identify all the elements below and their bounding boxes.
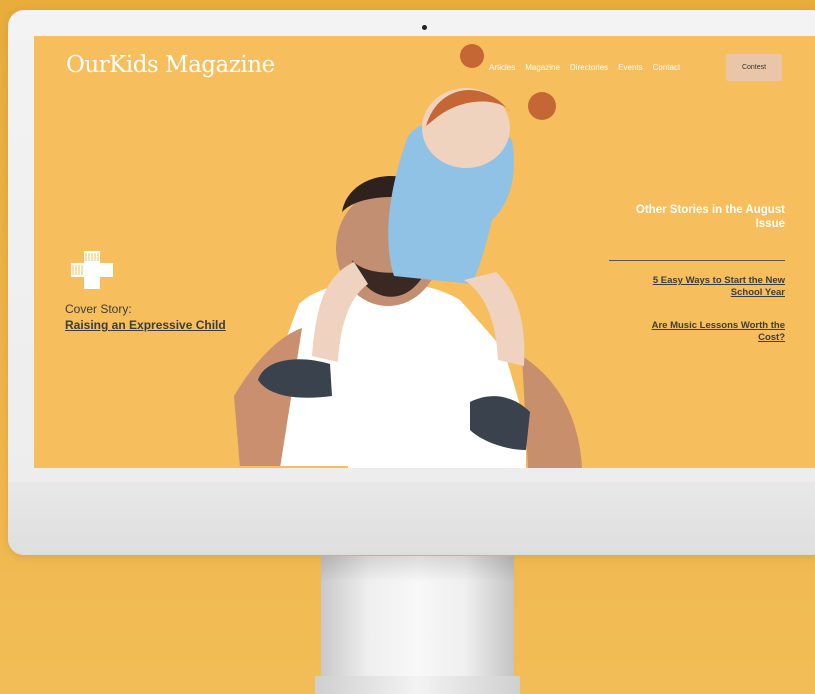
other-stories-heading: Other Stories in the August Issue [635, 204, 785, 230]
nav-link-articles[interactable]: Articles [489, 63, 515, 73]
website-screen: OurKids Magazine Articles Magazine Direc… [34, 36, 815, 468]
story-link-music-lessons[interactable]: Are Music Lessons Worth the Cost? [635, 320, 785, 344]
site-logo[interactable]: OurKids Magazine [66, 53, 275, 77]
stand-base [315, 676, 520, 694]
heart-pattern-icon [397, 374, 451, 414]
story-link-school-year[interactable]: 5 Easy Ways to Start the New School Year [635, 275, 785, 299]
cover-story-link[interactable]: Raising an Expressive Child [65, 318, 226, 332]
nav-link-magazine[interactable]: Magazine [525, 63, 560, 73]
nav-link-contact[interactable]: Contact [653, 63, 681, 73]
nav-link-directories[interactable]: Directories [570, 63, 608, 73]
nav-link-events[interactable]: Events [618, 63, 642, 73]
main-nav: Articles Magazine Directories Events Con… [489, 63, 680, 73]
stories-divider [609, 260, 785, 261]
stand-shadow [321, 556, 514, 582]
cross-logo-icon [71, 251, 113, 289]
cover-story-label: Cover Story: [65, 302, 132, 316]
monitor-chin [8, 482, 815, 555]
contest-button[interactable]: Contest [726, 54, 782, 81]
camera-dot [422, 25, 427, 30]
imac-monitor: OurKids Magazine Articles Magazine Direc… [8, 10, 815, 555]
